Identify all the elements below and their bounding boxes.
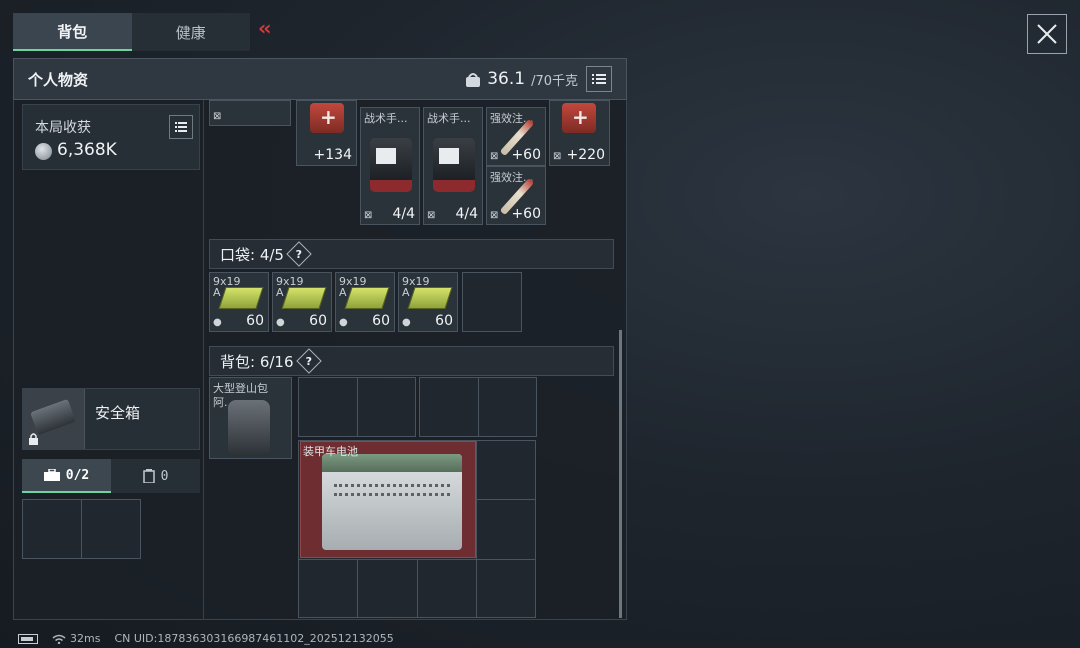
item-name: 战术手... (364, 112, 408, 125)
list-icon (592, 74, 606, 84)
pouch-icon (370, 138, 412, 192)
item-qty: +60 (511, 147, 541, 163)
network-status: 32ms (52, 632, 100, 645)
ammo-box-icon (281, 287, 327, 309)
backpack-grid-block[interactable] (298, 377, 416, 437)
weight-max: /70千克 (531, 73, 578, 89)
column-divider (203, 100, 204, 620)
backpack-label: 背包: 6/16 (220, 352, 294, 371)
safe-box-grid[interactable] (22, 499, 141, 559)
item-qty: +134 (313, 147, 352, 163)
pocket-item-ammo[interactable]: 9x19 A ● 60 (209, 272, 269, 332)
ping-value: 32ms (70, 632, 101, 645)
ammo-box-icon (344, 287, 390, 309)
list-icon (175, 122, 187, 132)
item-slot[interactable]: ⊠ (209, 100, 291, 126)
battery-status-icon (18, 633, 38, 644)
medkit-icon (562, 103, 596, 133)
dot-icon: ● (276, 317, 285, 328)
item-tactical-pouch[interactable]: 战术手... ⊠ 4/4 (360, 107, 420, 225)
tab-backpack[interactable]: 背包 (13, 13, 132, 51)
no-drop-icon: ⊠ (364, 210, 373, 221)
no-drop-icon: ⊠ (490, 210, 499, 221)
panel-title: 个人物资 (28, 70, 89, 89)
panel-header: 个人物资 36.1/70千克 (13, 58, 627, 100)
pocket-label: 口袋: 4/5 (220, 245, 284, 264)
item-syringe[interactable]: 强效注... ⊠ +60 (486, 107, 546, 166)
dot-icon: ● (402, 317, 411, 328)
pocket-section-header: 口袋: 4/5 ? (209, 239, 614, 269)
no-drop-icon: ⊠ (553, 151, 562, 162)
weight-icon (466, 73, 481, 87)
safe-box-label: 安全箱 (95, 404, 141, 422)
item-qty: 60 (372, 313, 390, 329)
tab-health[interactable]: 健康 (131, 13, 250, 51)
harvest-list-button[interactable] (169, 115, 193, 139)
tab-safe-secondary[interactable]: 0 (111, 459, 200, 493)
safe-box-image (23, 389, 85, 449)
safe-secondary-count: 0 (160, 468, 169, 484)
item-qty: 60 (435, 313, 453, 329)
pocket-empty-slot[interactable] (462, 272, 522, 332)
close-button[interactable] (1027, 14, 1067, 54)
item-name: 战术手... (427, 112, 471, 125)
harvest-label: 本局收获 (35, 120, 91, 136)
backpack-section-header: 背包: 6/16 ? (209, 346, 614, 376)
briefcase-icon (43, 469, 60, 481)
close-icon (1037, 24, 1057, 44)
backpack-icon (228, 400, 270, 456)
item-name-line2: A (213, 286, 221, 299)
item-qty: +220 (566, 147, 605, 163)
user-uid: CN UID:18783630316698746​1102_2025121320… (114, 632, 394, 645)
help-icon[interactable]: ? (295, 348, 322, 374)
item-name-line2: A (339, 286, 347, 299)
item-syringe[interactable]: 强效注... ⊠ +60 (486, 166, 546, 225)
wifi-icon (52, 634, 66, 644)
status-bar: 32ms CN UID:18783630316698746​1102_20251… (18, 632, 394, 645)
item-qty: 4/4 (455, 206, 478, 222)
sort-list-button[interactable] (586, 66, 612, 92)
medkit-icon (310, 103, 344, 133)
item-qty: 4/4 (392, 206, 415, 222)
weight-display: 36.1/70千克 (465, 69, 578, 89)
scrollbar[interactable] (619, 330, 622, 618)
pocket-item-ammo[interactable]: 9x19 A ● 60 (398, 272, 458, 332)
lock-icon (29, 433, 38, 445)
no-drop-icon: ⊠ (427, 210, 436, 221)
harvest-card: 本局收获 6,368K (22, 104, 200, 170)
top-tabs: 背包 健康 (13, 13, 250, 51)
item-qty: 60 (246, 313, 264, 329)
safe-box-tabs: 0/2 0 (22, 459, 200, 493)
safe-slots-count: 0/2 (65, 467, 90, 483)
item-name-line2: A (402, 286, 410, 299)
item-qty: +60 (511, 206, 541, 222)
battery-icon (322, 454, 462, 550)
dot-icon: ● (213, 317, 222, 328)
canister-icon (142, 469, 155, 483)
pocket-item-ammo[interactable]: 9x19 A ● 60 (335, 272, 395, 332)
item-medkit[interactable]: +134 (296, 100, 357, 166)
item-name-line2: A (276, 286, 284, 299)
dot-icon: ● (339, 317, 348, 328)
ammo-box-icon (407, 287, 453, 309)
tab-safe-slots[interactable]: 0/2 (22, 459, 111, 493)
battery-name: 装甲车电池 (303, 445, 358, 458)
pocket-item-ammo[interactable]: 9x19 A ● 60 (272, 272, 332, 332)
weight-current: 36.1 (487, 69, 526, 89)
ammo-box-icon (218, 287, 264, 309)
item-medkit[interactable]: ⊠ +220 (549, 100, 610, 166)
double-chevron-left-icon[interactable]: ‹‹ (258, 16, 272, 40)
item-qty: 60 (309, 313, 327, 329)
pouch-icon (433, 138, 475, 192)
help-icon[interactable]: ? (286, 241, 312, 267)
no-drop-icon: ⊠ (490, 151, 499, 162)
no-drop-icon: ⊠ (213, 111, 222, 122)
item-tactical-pouch[interactable]: 战术手... ⊠ 4/4 (423, 107, 483, 225)
harvest-value: 6,368K (57, 140, 117, 160)
equipped-backpack[interactable]: 大型登山包 阿... (209, 377, 292, 459)
backpack-grid-block[interactable] (419, 377, 537, 437)
coin-icon (35, 143, 52, 160)
safe-box-card[interactable]: 安全箱 (22, 388, 200, 450)
